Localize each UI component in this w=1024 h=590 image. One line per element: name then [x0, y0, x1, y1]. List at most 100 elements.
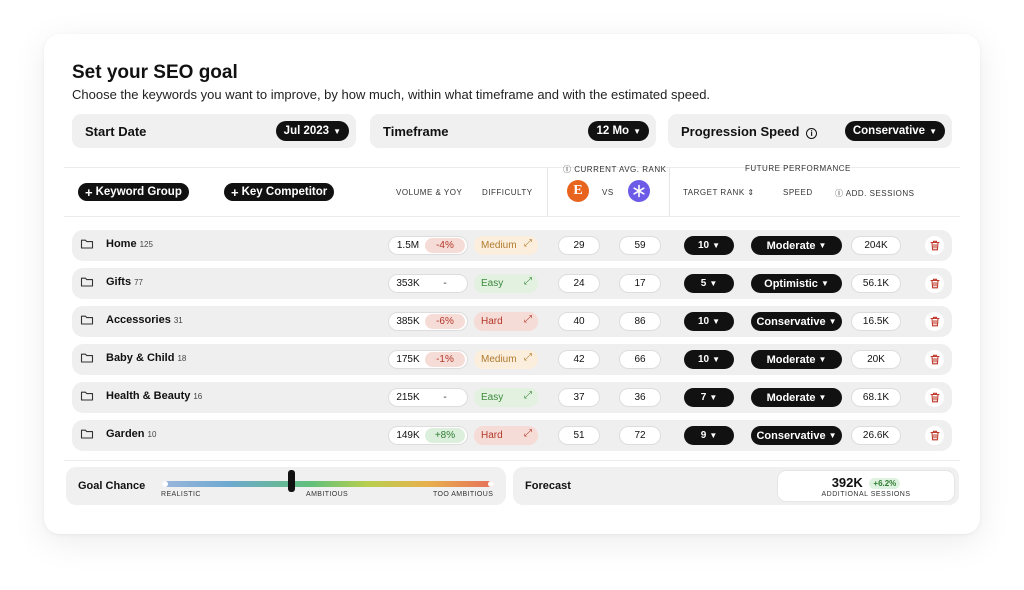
- delete-button[interactable]: [925, 388, 944, 407]
- speed-value: Optimistic: [764, 277, 818, 290]
- keyword-group-label: Garden: [106, 428, 145, 440]
- table-row[interactable]: Home 125 1.5M -4% Medium ⤢ 29 59 10 ▼ Moderate ▼ 204…: [72, 230, 952, 261]
- speed-dropdown[interactable]: Optimistic ▼: [751, 274, 842, 293]
- goal-chance-slider-track[interactable]: [162, 481, 494, 487]
- goal-chance-slider-handle[interactable]: [287, 470, 295, 492]
- volume-yoy-cell: 353K -: [388, 274, 468, 293]
- speed-value: Moderate: [766, 239, 816, 252]
- expand-icon[interactable]: ⤢: [524, 352, 532, 363]
- add-key-competitor-button[interactable]: + Key Competitor: [224, 183, 335, 201]
- sort-icon[interactable]: ⇕: [747, 188, 754, 197]
- speed-dropdown[interactable]: Conservative ▼: [751, 426, 842, 445]
- difficulty-badge[interactable]: Easy ⤢: [474, 388, 538, 407]
- delete-button[interactable]: [925, 426, 944, 445]
- progression-speed-text: Progression Speed: [681, 123, 800, 139]
- tick-ambitious: AMBITIOUS: [306, 491, 349, 498]
- trash-icon: [929, 240, 940, 251]
- target-rank-label: TARGET RANK: [683, 188, 745, 197]
- caret-down-icon: ▼: [820, 279, 829, 288]
- speed-dropdown[interactable]: Conservative ▼: [751, 312, 842, 331]
- delete-button[interactable]: [925, 236, 944, 255]
- column-header-speed: SPEED: [783, 188, 813, 197]
- keyword-group-name[interactable]: Accessories 31: [106, 314, 183, 326]
- speed-dropdown[interactable]: Moderate ▼: [751, 350, 842, 369]
- delete-button[interactable]: [925, 274, 944, 293]
- speed-value: Moderate: [766, 391, 816, 404]
- keyword-count: 77: [134, 278, 143, 287]
- divider: [547, 167, 548, 216]
- info-icon[interactable]: i: [806, 127, 818, 139]
- volume-yoy-cell: 149K +8%: [388, 426, 468, 445]
- keyword-group-name[interactable]: Garden 10: [106, 428, 156, 440]
- keyword-count: 10: [147, 430, 157, 439]
- add-sessions-label: ADD. SESSIONS: [845, 189, 915, 198]
- table-row[interactable]: Health & Beauty 16 215K - Easy ⤢ 37 36 7 ▼ Moderat…: [72, 382, 952, 413]
- progression-speed-setting: Progression Speed i Conservative ▼: [668, 114, 952, 148]
- speed-dropdown[interactable]: Moderate ▼: [751, 388, 842, 407]
- keyword-group-name[interactable]: Health & Beauty 16: [106, 390, 202, 402]
- vs-label: VS: [602, 188, 614, 197]
- add-keyword-group-button[interactable]: + Keyword Group: [78, 183, 189, 201]
- keyword-group-label: Health & Beauty: [106, 390, 191, 402]
- yoy-badge: -: [425, 390, 465, 405]
- target-rank-dropdown[interactable]: 9 ▼: [684, 426, 734, 445]
- plus-icon: +: [231, 184, 239, 200]
- info-icon[interactable]: ⓘ: [835, 189, 844, 198]
- target-rank-dropdown[interactable]: 10 ▼: [684, 350, 734, 369]
- additional-sessions-value: 26.6K: [851, 426, 901, 445]
- difficulty-badge[interactable]: Medium ⤢: [474, 236, 538, 255]
- column-header-current-avg-rank: ⓘ CURRENT AVG. RANK: [563, 164, 666, 175]
- keyword-count: 125: [139, 240, 153, 249]
- progression-speed-dropdown[interactable]: Conservative ▼: [844, 121, 945, 141]
- plus-icon: +: [85, 184, 93, 200]
- column-header-volume-yoy: VOLUME & YOY: [396, 188, 463, 197]
- delete-button[interactable]: [925, 350, 944, 369]
- column-header-target-rank[interactable]: TARGET RANK ⇕: [683, 188, 755, 197]
- yoy-badge: -1%: [425, 352, 465, 367]
- table-row[interactable]: Garden 10 149K +8% Hard ⤢ 51 72 9 ▼ Conservative ▼ 2…: [72, 420, 952, 451]
- difficulty-badge[interactable]: Hard ⤢: [474, 312, 538, 331]
- difficulty-badge[interactable]: Hard ⤢: [474, 426, 538, 445]
- target-rank-dropdown[interactable]: 5 ▼: [684, 274, 734, 293]
- info-icon[interactable]: ⓘ: [563, 165, 572, 174]
- expand-icon[interactable]: ⤢: [524, 238, 532, 249]
- table-row[interactable]: Baby & Child 18 175K -1% Medium ⤢ 42 66 10 ▼ Moder…: [72, 344, 952, 375]
- folder-icon: [80, 239, 94, 249]
- caret-down-icon: ▼: [828, 431, 837, 440]
- keyword-group-name[interactable]: Home 125: [106, 238, 153, 250]
- delete-button[interactable]: [925, 312, 944, 331]
- expand-icon[interactable]: ⤢: [524, 390, 532, 401]
- yoy-badge: -4%: [425, 238, 465, 253]
- keyword-group-name[interactable]: Baby & Child 18: [106, 352, 186, 364]
- speed-value: Conservative: [756, 315, 826, 328]
- trash-icon: [929, 430, 940, 441]
- volume-value: 385K: [396, 316, 420, 327]
- volume-yoy-cell: 1.5M -4%: [388, 236, 468, 255]
- caret-down-icon: ▼: [633, 126, 641, 136]
- expand-icon[interactable]: ⤢: [524, 428, 532, 439]
- target-rank-dropdown[interactable]: 10 ▼: [684, 312, 734, 331]
- expand-icon[interactable]: ⤢: [524, 314, 532, 325]
- difficulty-label: Medium: [481, 354, 517, 365]
- difficulty-badge[interactable]: Medium ⤢: [474, 350, 538, 369]
- target-rank-dropdown[interactable]: 7 ▼: [684, 388, 734, 407]
- expand-icon[interactable]: ⤢: [524, 276, 532, 287]
- speed-dropdown[interactable]: Moderate ▼: [751, 236, 842, 255]
- table-row[interactable]: Gifts 77 353K - Easy ⤢ 24 17 5 ▼ Optimistic ▼ 56.1K: [72, 268, 952, 299]
- target-rank-dropdown[interactable]: 10 ▼: [684, 236, 734, 255]
- competitor-rank-value: 59: [619, 236, 661, 255]
- caret-down-icon: ▼: [929, 126, 937, 136]
- difficulty-badge[interactable]: Easy ⤢: [474, 274, 538, 293]
- volume-value: 215K: [396, 392, 420, 403]
- keyword-group-name[interactable]: Gifts 77: [106, 276, 143, 288]
- own-site-logo-icon: E: [567, 180, 589, 202]
- timeframe-label: Timeframe: [383, 123, 449, 139]
- folder-icon: [80, 429, 94, 439]
- volume-value: 353K: [396, 278, 420, 289]
- table-row[interactable]: Accessories 31 385K -6% Hard ⤢ 40 86 10 ▼ Conserva…: [72, 306, 952, 337]
- timeframe-dropdown[interactable]: 12 Mo ▼: [588, 121, 649, 141]
- slider-start-dot: [162, 481, 168, 487]
- start-date-dropdown[interactable]: Jul 2023 ▼: [275, 121, 349, 141]
- volume-yoy-cell: 385K -6%: [388, 312, 468, 331]
- progression-speed-label: Progression Speed i: [681, 123, 818, 139]
